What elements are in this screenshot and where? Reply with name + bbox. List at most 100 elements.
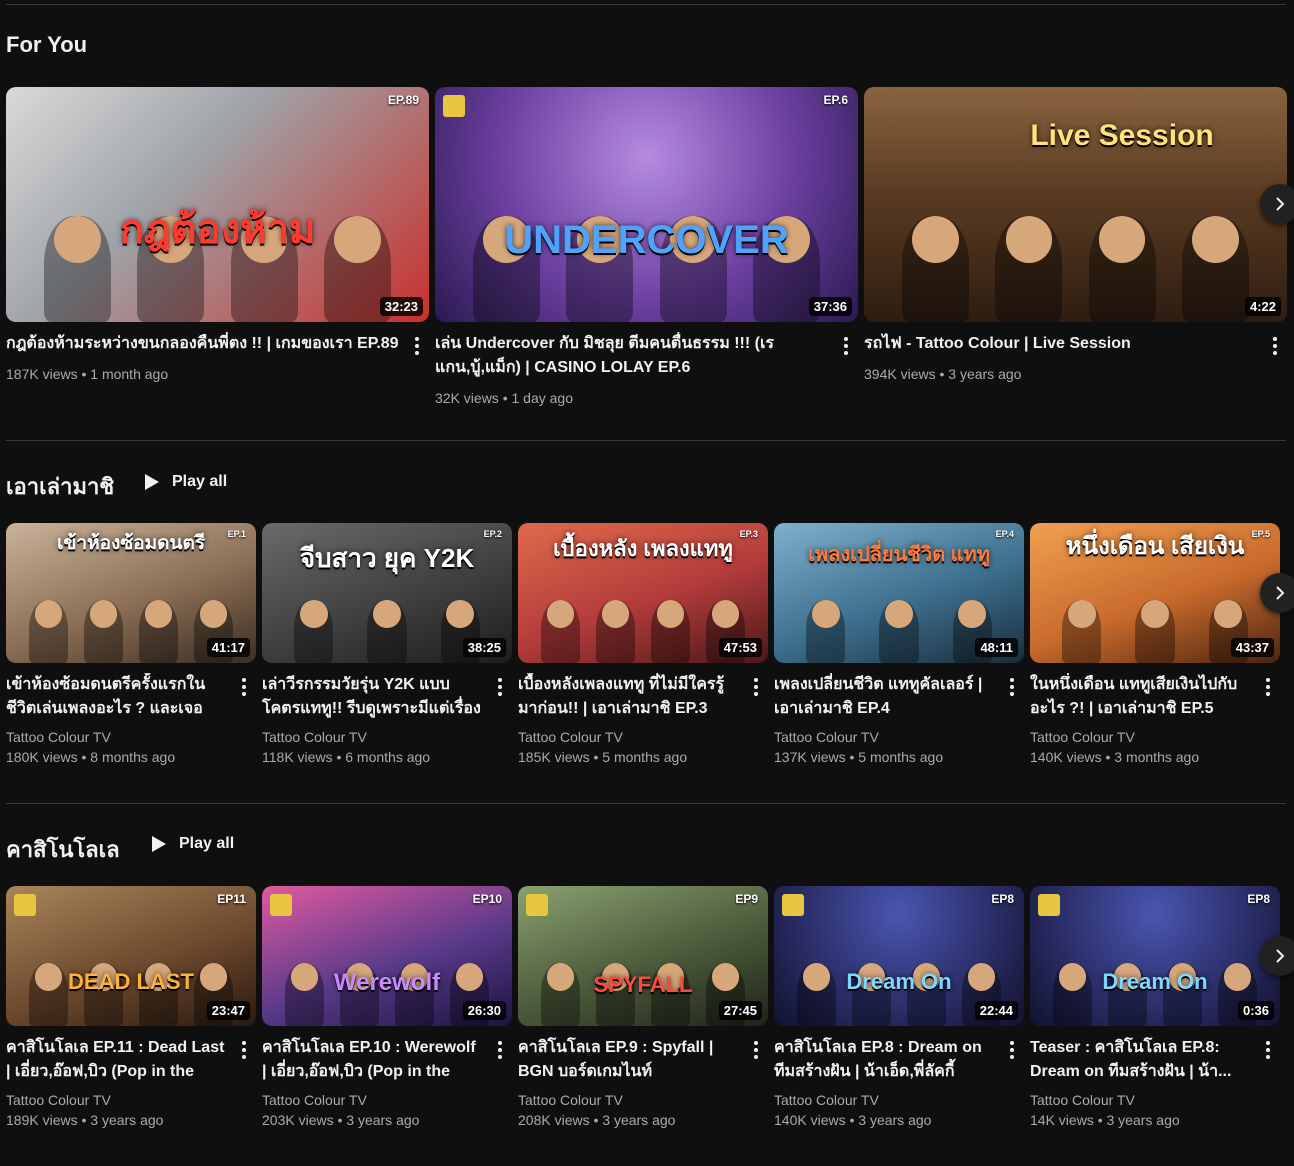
more-options-icon[interactable] — [746, 677, 766, 697]
video-stats: 140K views • 3 months ago — [1030, 749, 1200, 765]
channel-logo-icon — [14, 894, 36, 916]
thumbnail-headline: UNDERCOVER — [504, 217, 789, 262]
video-meta: เข้าห้องซ้อมดนตรีครั้งแรกในชีวิตเล่นเพลง… — [6, 673, 256, 767]
more-options-icon[interactable] — [1258, 1040, 1278, 1060]
video-stats: 185K views • 5 months ago — [518, 749, 688, 765]
play-all-button[interactable]: Play all — [151, 835, 234, 853]
video-thumbnail[interactable]: DEAD LAST EP11 23:47 — [6, 886, 256, 1026]
video-title[interactable]: คาสิโนโลเล EP.8 : Dream on ทีมสร้างฝัน |… — [774, 1036, 1024, 1084]
video-stats: 208K views • 3 years ago — [518, 1112, 676, 1128]
video-thumbnail[interactable]: Dream On EP8 0:36 — [1030, 886, 1280, 1026]
more-options-icon[interactable] — [490, 677, 510, 697]
video-meta: คาสิโนโลเล EP.8 : Dream on ทีมสร้างฝัน |… — [774, 1036, 1024, 1130]
video-card[interactable]: SPYFALL EP9 27:45 คาสิโนโลเล EP.9 : Spyf… — [518, 886, 768, 1130]
video-thumbnail[interactable]: UNDERCOVER EP.6 37:36 — [435, 87, 858, 322]
video-thumbnail[interactable]: Live Session 4:22 — [864, 87, 1287, 322]
duration-badge: 22:44 — [974, 1001, 1018, 1020]
episode-badge: EP.5 — [1251, 529, 1270, 539]
video-stats: 189K views • 3 years ago — [6, 1112, 164, 1128]
section-title-aolaomachi: เอาเล่ามาชิ — [6, 474, 115, 499]
video-card[interactable]: Dream On EP8 22:44 คาสิโนโลเล EP.8 : Dre… — [774, 886, 1024, 1130]
more-options-icon[interactable] — [1002, 1040, 1022, 1060]
video-card[interactable]: Werewolf EP10 26:30 คาสิโนโลเล EP.10 : W… — [262, 886, 512, 1130]
play-all-label: Play all — [179, 835, 235, 852]
video-card[interactable]: จีบสาว ยุค Y2K EP.2 38:25 เล่าวีรกรรมวัย… — [262, 523, 512, 767]
channel-name[interactable]: Tattoo Colour TV — [1030, 1090, 1280, 1110]
next-arrow-button[interactable] — [1260, 573, 1294, 613]
next-arrow-button[interactable] — [1260, 184, 1294, 224]
thumbnail-headline: หนึ่งเดือน เสียเงิน — [1065, 533, 1245, 561]
video-thumbnail[interactable]: เข้าห้องซ้อมดนตรี EP.1 41:17 — [6, 523, 256, 663]
more-options-icon[interactable] — [1002, 677, 1022, 697]
video-thumbnail[interactable]: Dream On EP8 22:44 — [774, 886, 1024, 1026]
video-meta: กฎต้องห้ามระหว่างขนกลองคืนพี่ตง !! | เกม… — [6, 332, 429, 384]
video-title[interactable]: เล่าวีรกรรมวัยรุ่น Y2K แบบโคตรแททู!! รีบ… — [262, 673, 512, 721]
episode-badge: EP.6 — [823, 93, 848, 107]
channel-name[interactable]: Tattoo Colour TV — [6, 727, 256, 747]
video-thumbnail[interactable]: เบื้องหลัง เพลงแททู EP.3 47:53 — [518, 523, 768, 663]
video-title[interactable]: คาสิโนโลเล EP.10 : Werewolf | เอี่ยว,อ๊อ… — [262, 1036, 512, 1084]
video-thumbnail[interactable]: จีบสาว ยุค Y2K EP.2 38:25 — [262, 523, 512, 663]
video-title[interactable]: เบื้องหลังเพลงแททู ที่ไม่มีใครรู้มาก่อน!… — [518, 673, 768, 721]
video-card[interactable]: DEAD LAST EP11 23:47 คาสิโนโลเล EP.11 : … — [6, 886, 256, 1130]
video-title[interactable]: กฎต้องห้ามระหว่างขนกลองคืนพี่ตง !! | เกม… — [6, 332, 429, 356]
more-options-icon[interactable] — [1258, 677, 1278, 697]
video-thumbnail[interactable]: กฎต้องห้าม EP.89 32:23 — [6, 87, 429, 322]
video-title[interactable]: Teaser : คาสิโนโลเล EP.8: Dream on ทีมสร… — [1030, 1036, 1280, 1084]
video-title[interactable]: เพลงเปลี่ยนชีวิต แททูคัลเลอร์ | เอาเล่าม… — [774, 673, 1024, 721]
video-meta: เพลงเปลี่ยนชีวิต แททูคัลเลอร์ | เอาเล่าม… — [774, 673, 1024, 767]
more-options-icon[interactable] — [836, 336, 856, 356]
video-title[interactable]: เล่น Undercover กับ มิชลุย ตีมคนตื่นธรรม… — [435, 332, 858, 380]
thumbnail-headline: เพลงเปลี่ยนชีวิต แททู — [808, 544, 990, 567]
video-title[interactable]: ในหนึ่งเดือน แททูเสียเงินไปกับอะไร ?! | … — [1030, 673, 1280, 721]
video-card[interactable]: เข้าห้องซ้อมดนตรี EP.1 41:17 เข้าห้องซ้อ… — [6, 523, 256, 767]
channel-name[interactable]: Tattoo Colour TV — [6, 1090, 256, 1110]
video-card[interactable]: กฎต้องห้าม EP.89 32:23 กฎต้องห้ามระหว่าง… — [6, 87, 429, 408]
channel-name[interactable]: Tattoo Colour TV — [774, 1090, 1024, 1110]
more-options-icon[interactable] — [234, 1040, 254, 1060]
video-title[interactable]: รถไฟ - Tattoo Colour | Live Session — [864, 332, 1287, 356]
duration-badge: 23:47 — [206, 1001, 250, 1020]
duration-badge: 4:22 — [1244, 297, 1281, 316]
channel-name[interactable]: Tattoo Colour TV — [518, 1090, 768, 1110]
video-card[interactable]: Dream On EP8 0:36 Teaser : คาสิโนโลเล EP… — [1030, 886, 1280, 1130]
channel-name[interactable]: Tattoo Colour TV — [262, 727, 512, 747]
more-options-icon[interactable] — [1265, 336, 1285, 356]
video-card[interactable]: หนึ่งเดือน เสียเงิน EP.5 43:37 ในหนึ่งเด… — [1030, 523, 1280, 767]
duration-badge: 47:53 — [718, 638, 762, 657]
video-stats: 203K views • 3 years ago — [262, 1112, 420, 1128]
video-title[interactable]: คาสิโนโลเล EP.11 : Dead Last | เอี่ยว,อ๊… — [6, 1036, 256, 1084]
channel-name[interactable]: Tattoo Colour TV — [262, 1090, 512, 1110]
channel-logo-icon — [526, 894, 548, 916]
episode-badge: EP.2 — [483, 529, 502, 539]
video-thumbnail[interactable]: SPYFALL EP9 27:45 — [518, 886, 768, 1026]
more-options-icon[interactable] — [407, 336, 427, 356]
video-card[interactable]: UNDERCOVER EP.6 37:36 เล่น Undercover กั… — [435, 87, 858, 408]
more-options-icon[interactable] — [746, 1040, 766, 1060]
channel-name[interactable]: Tattoo Colour TV — [774, 727, 1024, 747]
video-thumbnail[interactable]: เพลงเปลี่ยนชีวิต แททู EP.4 48:11 — [774, 523, 1024, 663]
episode-badge: EP.1 — [227, 529, 246, 539]
video-title[interactable]: เข้าห้องซ้อมดนตรีครั้งแรกในชีวิตเล่นเพลง… — [6, 673, 256, 721]
channel-name[interactable]: Tattoo Colour TV — [518, 727, 768, 747]
more-options-icon[interactable] — [490, 1040, 510, 1060]
play-all-button[interactable]: Play all — [144, 473, 227, 491]
more-options-icon[interactable] — [234, 677, 254, 697]
next-arrow-button[interactable] — [1260, 936, 1294, 976]
channel-name[interactable]: Tattoo Colour TV — [1030, 727, 1280, 747]
thumbnail-headline: เบื้องหลัง เพลงแททู — [553, 536, 733, 561]
channel-logo-icon — [270, 894, 292, 916]
video-stats: 137K views • 5 months ago — [774, 749, 944, 765]
video-meta: คาสิโนโลเล EP.9 : Spyfall | BGN บอร์ดเกม… — [518, 1036, 768, 1130]
section-divider — [6, 440, 1286, 441]
play-all-label: Play all — [172, 473, 228, 490]
video-thumbnail[interactable]: Werewolf EP10 26:30 — [262, 886, 512, 1026]
video-card[interactable]: เบื้องหลัง เพลงแททู EP.3 47:53 เบื้องหลั… — [518, 523, 768, 767]
duration-badge: 41:17 — [206, 638, 250, 657]
video-card[interactable]: Live Session 4:22 รถไฟ - Tattoo Colour |… — [864, 87, 1287, 408]
video-title[interactable]: คาสิโนโลเล EP.9 : Spyfall | BGN บอร์ดเกม… — [518, 1036, 768, 1084]
video-thumbnail[interactable]: หนึ่งเดือน เสียเงิน EP.5 43:37 — [1030, 523, 1280, 663]
casino-lolay-row: DEAD LAST EP11 23:47 คาสิโนโลเล EP.11 : … — [6, 886, 1280, 1130]
video-card[interactable]: เพลงเปลี่ยนชีวิต แททู EP.4 48:11 เพลงเปล… — [774, 523, 1024, 767]
episode-badge: EP9 — [735, 892, 758, 906]
